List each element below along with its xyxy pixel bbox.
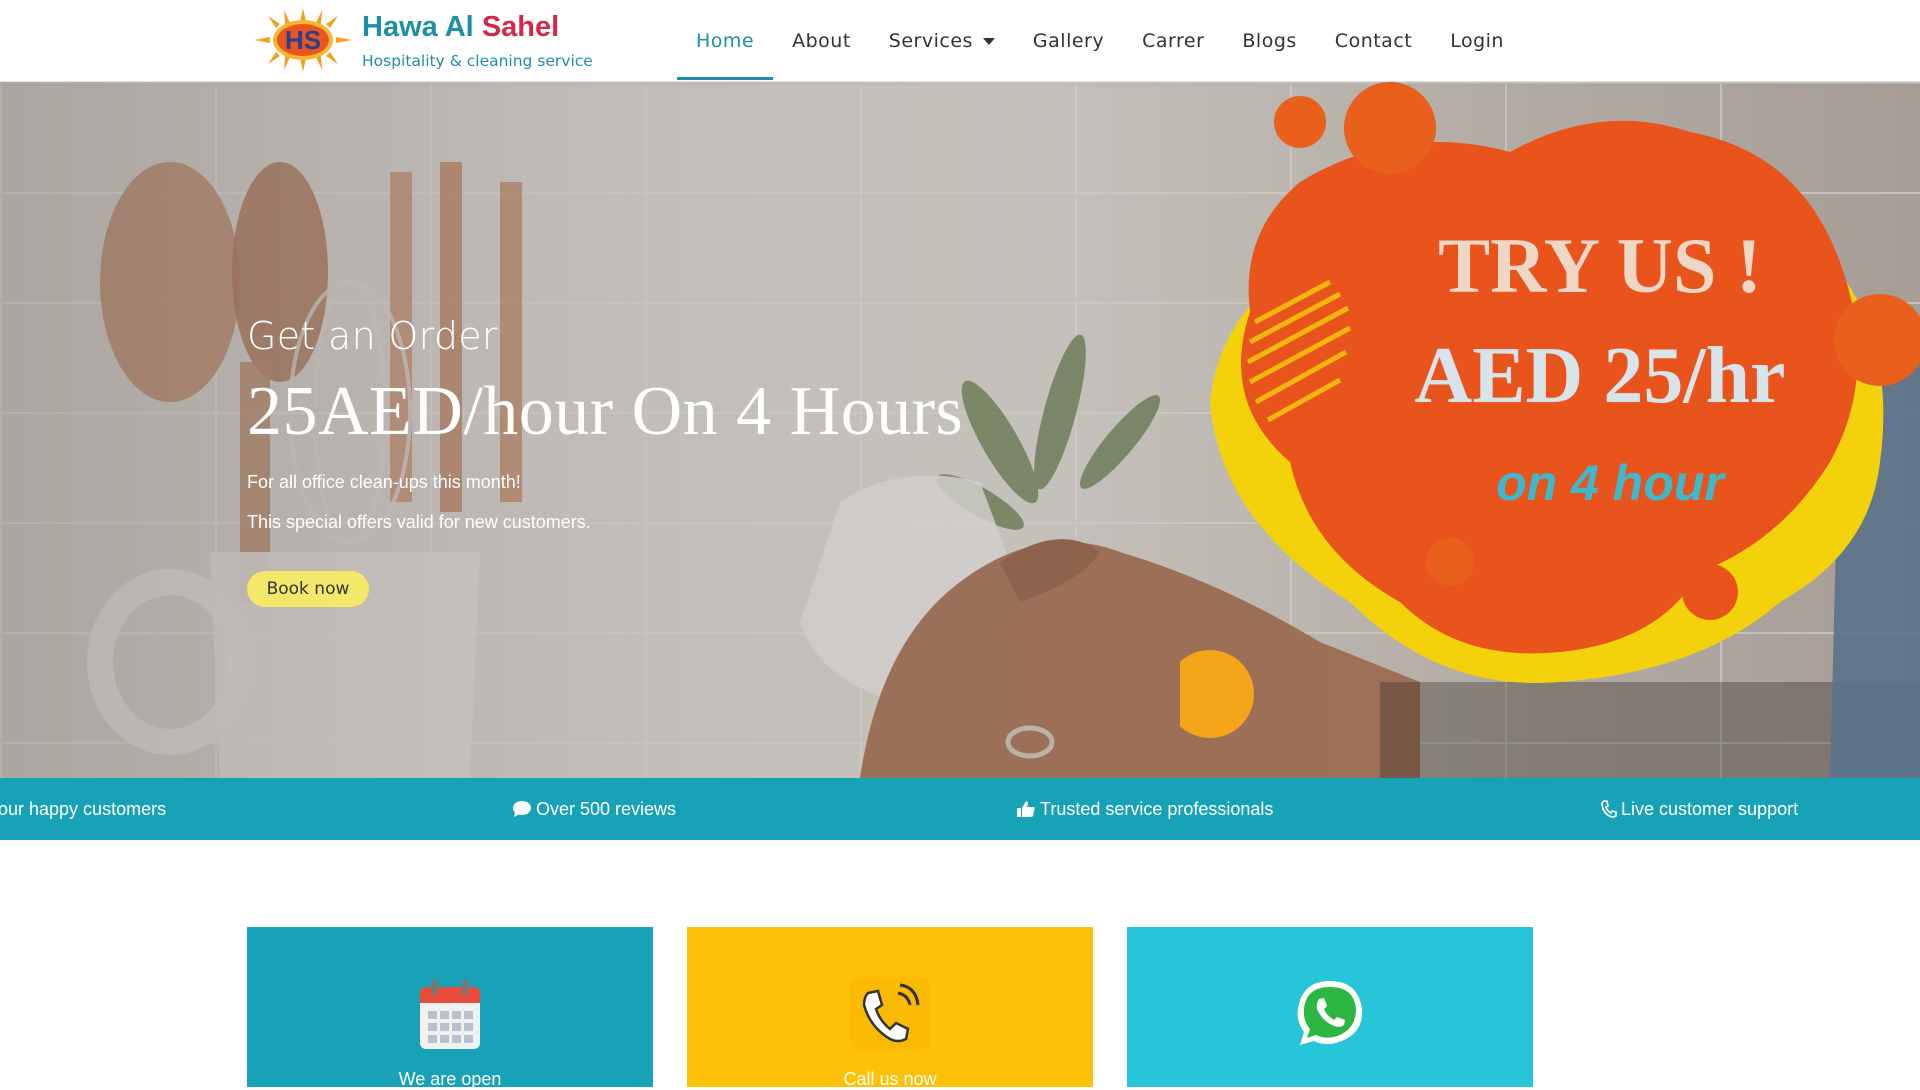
nav-home-label: Home — [696, 30, 755, 52]
ticker-item-reviews: Over 500 reviews — [512, 778, 676, 840]
nav-carrer[interactable]: Carrer — [1123, 0, 1223, 82]
logo-text: HS — [285, 25, 321, 55]
brand-name-part1: Hawa Al — [362, 11, 474, 43]
thumbs-up-icon — [1017, 801, 1035, 817]
book-now-button[interactable]: Book now — [247, 571, 369, 607]
ticker-item-support: Live customer support — [1601, 778, 1798, 840]
whatsapp-icon — [1297, 981, 1363, 1045]
promo-line1: TRY US ! — [1438, 222, 1762, 309]
card-call[interactable]: Call us now — [687, 927, 1093, 1089]
comment-icon — [513, 801, 531, 817]
nav-contact-label: Contact — [1334, 30, 1413, 52]
brand-logo[interactable]: HS — [250, 8, 356, 72]
nav-login[interactable]: Login — [1431, 0, 1523, 82]
nav-contact[interactable]: Contact — [1316, 0, 1431, 82]
ticker-item-customers: our happy customers — [0, 778, 166, 840]
hero-title: 25AED/hour On 4 Hours — [247, 373, 964, 450]
ticker-item-support-label: Live customer support — [1621, 798, 1799, 819]
nav-gallery-label: Gallery — [1032, 30, 1105, 52]
calendar-icon — [420, 979, 480, 1049]
promo-badge: TRY US ! AED 25/hr on 4 hour — [1180, 82, 1920, 738]
main-nav: Home About Services Gallery Carrer Blogs… — [677, 0, 1523, 82]
nav-blogs-label: Blogs — [1242, 30, 1297, 52]
nav-gallery[interactable]: Gallery — [1014, 0, 1123, 82]
brand-tagline: Hospitality & cleaning service — [362, 52, 593, 70]
brand-name: Hawa Al Sahel — [362, 10, 593, 44]
hero-line1: For all office clean-ups this month! — [247, 472, 521, 492]
nav-about-label: About — [792, 30, 851, 52]
card-open-hours[interactable]: We are open — [247, 927, 653, 1089]
nav-about[interactable]: About — [773, 0, 870, 82]
phone-icon — [850, 977, 930, 1049]
hero-text: Get an Order 25AED/hour On 4 Hours For a… — [247, 314, 963, 533]
nav-home[interactable]: Home — [677, 0, 774, 82]
ticker-item-trusted: Trusted service professionals — [1016, 778, 1273, 840]
ticker-item-customers-label: our happy customers — [0, 798, 167, 819]
promo-line2: AED 25/hr — [1414, 332, 1785, 420]
nav-blogs[interactable]: Blogs — [1223, 0, 1315, 82]
nav-services-label: Services — [888, 30, 973, 52]
feature-ticker: our happy customers Over 500 reviews Tru… — [0, 778, 1920, 840]
brand-name-part2: Sahel — [481, 11, 560, 43]
nav-login-label: Login — [1450, 30, 1504, 52]
hero-kicker: Get an Order — [247, 314, 498, 358]
card-whatsapp[interactable] — [1127, 927, 1533, 1087]
phone-icon — [1601, 800, 1617, 818]
nav-carrer-label: Carrer — [1142, 30, 1205, 52]
brand[interactable]: Hawa Al Sahel Hospitality & cleaning ser… — [362, 10, 593, 70]
hero-banner: TRY US ! AED 25/hr on 4 hour Get an Orde… — [0, 82, 1920, 778]
hero-line2: This special offers valid for new custom… — [247, 512, 591, 532]
promo-line3: on 4 hour — [1496, 455, 1726, 511]
ticker-item-trusted-label: Trusted service professionals — [1040, 798, 1274, 819]
caret-down-icon — [982, 37, 995, 45]
ticker-item-reviews-label: Over 500 reviews — [536, 798, 677, 819]
site-header: HS Hawa Al Sahel Hospitality & cleaning … — [0, 0, 1920, 82]
nav-services[interactable]: Services — [870, 0, 1014, 82]
